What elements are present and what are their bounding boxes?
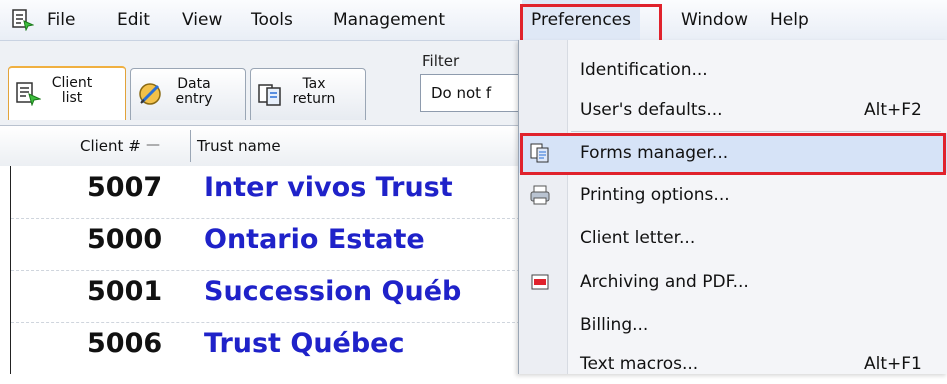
menu-item-label: Billing... — [580, 315, 649, 335]
forms-manager-icon — [530, 143, 549, 163]
trust-name: Ontario Estate — [204, 224, 425, 255]
client-number: 5001 — [87, 276, 163, 307]
menu-window[interactable]: Window — [681, 0, 748, 40]
sort-indicator-icon: — — [146, 137, 160, 153]
menu-item-identification[interactable]: Identification... — [519, 50, 947, 90]
menu-item-label: Forms manager... — [580, 143, 729, 163]
tab-client-list-label: Client list — [51, 75, 93, 106]
menu-item-text-macros[interactable]: Text macros... Alt+F1 — [519, 344, 947, 384]
tab-data-entry-label: Data entry — [175, 76, 213, 107]
table-row[interactable]: 5007 Inter vivos Trust — [11, 166, 520, 219]
menu-bar: File Edit View Tools Management Preferen… — [0, 0, 947, 41]
menu-item-label: Printing options... — [580, 185, 730, 205]
pdf-icon — [531, 274, 549, 290]
menu-item-label: User's defaults... — [580, 100, 723, 120]
menu-item-shortcut: Alt+F1 — [864, 354, 922, 374]
data-entry-icon — [139, 83, 161, 105]
column-separator — [190, 130, 191, 162]
menu-tools[interactable]: Tools — [251, 0, 293, 40]
menu-management[interactable]: Management — [333, 0, 445, 40]
tab-client-list[interactable]: Client list — [8, 66, 126, 120]
menu-item-shortcut: Alt+F2 — [864, 100, 922, 120]
menu-preferences[interactable]: Preferences — [522, 0, 640, 40]
table-row[interactable]: 5000 Ontario Estate — [11, 218, 520, 271]
grid-header: Client # — Trust name — [0, 125, 520, 167]
printer-icon — [530, 185, 550, 205]
menu-edit[interactable]: Edit — [117, 0, 150, 40]
filter-label: Filter — [422, 52, 460, 70]
client-number: 5006 — [87, 328, 163, 359]
menu-file[interactable]: File — [47, 0, 75, 40]
column-header-client-number[interactable]: Client # — [80, 126, 141, 166]
menu-view[interactable]: View — [182, 0, 222, 40]
menu-separator — [571, 131, 941, 132]
menu-item-label: Client letter... — [580, 228, 696, 248]
menu-item-label: Archiving and PDF... — [580, 272, 749, 292]
menu-item-archiving-pdf[interactable]: Archiving and PDF... — [519, 262, 947, 302]
client-number: 5007 — [87, 172, 163, 203]
trust-name: Inter vivos Trust — [204, 172, 453, 203]
menu-item-users-defaults[interactable]: User's defaults... Alt+F2 — [519, 90, 947, 130]
menu-item-billing[interactable]: Billing... — [519, 305, 947, 345]
menu-item-forms-manager[interactable]: Forms manager... — [519, 133, 947, 173]
preferences-dropdown: Identification... User's defaults... Alt… — [518, 40, 947, 374]
menu-item-printing-options[interactable]: Printing options... — [519, 175, 947, 215]
menu-item-label: Text macros... — [580, 354, 699, 374]
tab-data-entry[interactable]: Data entry — [130, 68, 246, 120]
tab-tax-return[interactable]: Tax return — [250, 68, 366, 120]
menu-item-client-letter[interactable]: Client letter... — [519, 218, 947, 258]
menu-help[interactable]: Help — [770, 0, 809, 40]
table-row[interactable]: 5001 Succession Québ — [11, 270, 520, 323]
tax-return-icon — [258, 84, 281, 106]
client-list-icon — [16, 82, 41, 106]
column-header-trust-name[interactable]: Trust name — [197, 126, 281, 166]
client-number: 5000 — [87, 224, 163, 255]
menu-item-label: Identification... — [580, 60, 708, 80]
trust-name: Succession Québ — [204, 276, 462, 307]
trust-name: Trust Québec — [204, 328, 405, 359]
tab-tax-return-label: Tax return — [292, 76, 336, 107]
table-row[interactable]: 5006 Trust Québec — [11, 322, 520, 374]
app-icon — [12, 9, 34, 31]
